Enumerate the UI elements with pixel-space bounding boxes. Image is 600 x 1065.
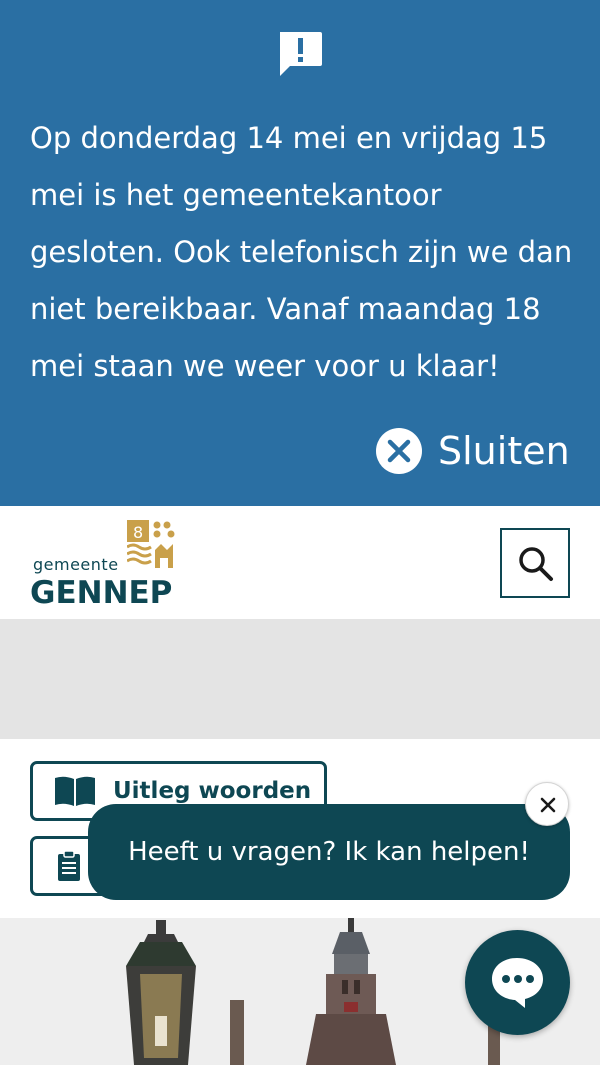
site-header: 8 gemeente GENNEP <box>0 506 600 619</box>
exclamation-speech-icon <box>280 32 322 76</box>
uitleg-woorden-label: Uitleg woorden <box>113 778 312 804</box>
chat-prompt-bubble[interactable]: Heeft u vragen? Ik kan helpen! <box>88 804 570 900</box>
grey-band <box>0 619 600 739</box>
chat-open-button[interactable] <box>465 930 570 1035</box>
crest-icon: 8 <box>127 520 175 568</box>
clipboard-icon <box>58 850 80 881</box>
close-icon <box>540 797 556 813</box>
chat-prompt-close-button[interactable] <box>525 782 569 826</box>
chat-bubble-icon <box>492 958 543 1008</box>
svg-text:8: 8 <box>133 523 143 542</box>
alert-close-button[interactable]: Sluiten <box>376 424 570 478</box>
alert-close-label: Sluiten <box>438 429 570 473</box>
alert-message: Op donderdag 14 mei en vrijdag 15 mei is… <box>30 121 573 383</box>
book-icon <box>55 776 95 806</box>
search-button[interactable] <box>500 528 570 598</box>
close-circle-icon <box>376 428 422 474</box>
chat-prompt-text: Heeft u vragen? Ik kan helpen! <box>128 837 530 867</box>
search-icon <box>519 547 553 581</box>
gemeente-gennep-logo[interactable]: 8 gemeente GENNEP <box>30 520 190 611</box>
logo-name: GENNEP <box>30 575 173 611</box>
logo-word-gemeente: gemeente <box>33 555 119 574</box>
alert-banner: Op donderdag 14 mei en vrijdag 15 mei is… <box>0 0 600 506</box>
